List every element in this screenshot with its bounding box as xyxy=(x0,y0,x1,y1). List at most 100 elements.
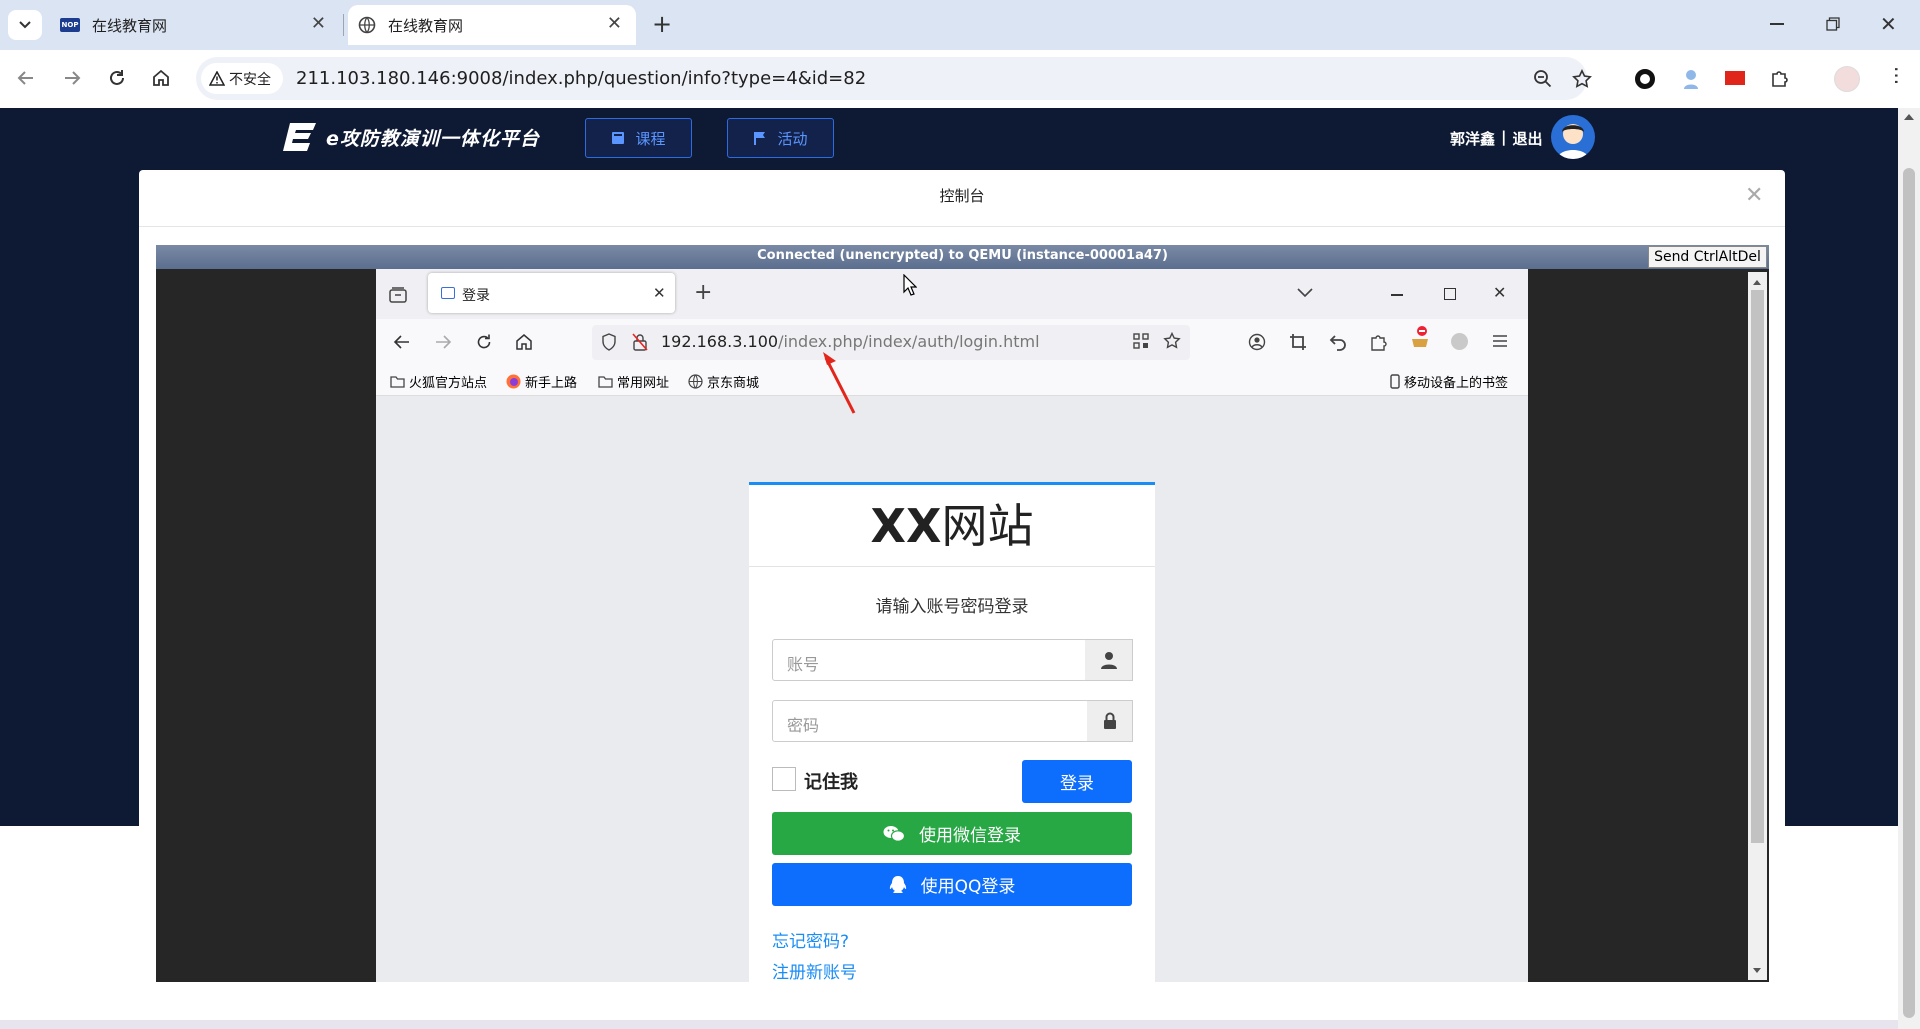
send-ctrl-alt-del-button[interactable]: Send CtrlAltDel xyxy=(1648,246,1767,268)
ff-addon-gray-icon[interactable] xyxy=(1451,333,1468,350)
ff-tab-list-icon[interactable] xyxy=(1297,288,1313,298)
home-button[interactable] xyxy=(151,68,171,88)
login-button-label: 登录 xyxy=(1060,774,1094,794)
wechat-login-button[interactable]: 使用微信登录 xyxy=(772,812,1132,855)
reload-button[interactable] xyxy=(107,68,127,88)
ff-crop-icon[interactable] xyxy=(1289,333,1307,351)
ff-insecure-lock-icon[interactable] xyxy=(632,333,648,351)
close-window-button[interactable]: ✕ xyxy=(1880,12,1897,36)
user-separator: | xyxy=(1501,128,1507,146)
security-chip[interactable]: 不安全 xyxy=(201,63,283,94)
ff-forward-icon[interactable] xyxy=(434,334,452,350)
nav-courses-button[interactable]: 课程 xyxy=(585,118,692,158)
bookmark-star-icon[interactable] xyxy=(1572,69,1592,89)
login-button[interactable]: 登录 xyxy=(1022,760,1132,803)
logout-link[interactable]: 退出 xyxy=(1513,128,1543,149)
restore-window-button[interactable] xyxy=(1826,17,1840,31)
ff-back-icon[interactable] xyxy=(393,334,411,350)
browser-tab-2[interactable]: 在线教育网 ✕ xyxy=(348,5,636,45)
nav-activities-label: 活动 xyxy=(777,129,808,148)
close-tab-icon[interactable]: ✕ xyxy=(311,14,326,34)
mouse-cursor-icon xyxy=(903,274,917,296)
user-name[interactable]: 郭洋鑫 xyxy=(1450,128,1495,149)
bookmark-label: 火狐官方站点 xyxy=(409,376,488,391)
warning-icon xyxy=(209,71,225,86)
page-scrollbar[interactable] xyxy=(1898,108,1920,1029)
site-title-rest: 网站 xyxy=(941,499,1034,553)
vnc-scrollbar[interactable] xyxy=(1748,272,1767,980)
ff-account-icon[interactable] xyxy=(1248,333,1266,351)
modal-divider xyxy=(139,226,1785,227)
firefox-logo-icon xyxy=(506,374,521,389)
bookmark-getting-started[interactable]: 新手上路 xyxy=(506,372,577,391)
globe-icon xyxy=(688,374,703,389)
modal-close-icon[interactable]: ✕ xyxy=(1745,183,1763,208)
ff-new-tab-button[interactable]: + xyxy=(694,280,712,305)
account-input[interactable]: 账号 xyxy=(772,639,1087,681)
scroll-up-arrow[interactable] xyxy=(1904,114,1914,120)
profile-avatar-icon[interactable] xyxy=(1834,66,1860,92)
extension-person-icon[interactable] xyxy=(1681,68,1701,90)
password-input[interactable]: 密码 xyxy=(772,700,1089,742)
logo-e-icon xyxy=(283,123,316,151)
ff-restore-button[interactable] xyxy=(1444,288,1456,300)
tab-divider xyxy=(343,14,344,36)
extension-circle-icon[interactable] xyxy=(1635,69,1655,89)
remember-label[interactable]: 记住我 xyxy=(804,768,858,794)
mobile-bookmarks[interactable]: 移动设备上的书签 xyxy=(1390,372,1508,391)
forward-button[interactable] xyxy=(62,68,82,88)
remember-checkbox[interactable] xyxy=(772,767,796,791)
tab-title: 在线教育网 xyxy=(388,16,464,35)
extensions-puzzle-icon[interactable] xyxy=(1770,68,1790,88)
bookmark-jd-mall[interactable]: 京东商城 xyxy=(688,372,759,391)
scroll-down-arrow[interactable] xyxy=(1753,968,1761,973)
qq-icon xyxy=(889,875,906,893)
register-link[interactable]: 注册新账号 xyxy=(772,958,857,983)
forgot-password-link[interactable]: 忘记密码? xyxy=(772,927,849,952)
account-placeholder: 账号 xyxy=(787,655,820,674)
ff-reload-icon[interactable] xyxy=(475,333,493,351)
close-tab-icon[interactable]: ✕ xyxy=(607,14,622,34)
ff-tab-overview-icon[interactable] xyxy=(389,287,407,303)
ff-menu-icon[interactable] xyxy=(1492,334,1508,348)
ff-qr-icon[interactable] xyxy=(1133,333,1149,349)
bookmark-common-sites[interactable]: 常用网址 xyxy=(598,372,669,391)
ff-url-path: /index.php/index/auth/login.html xyxy=(778,332,1040,351)
new-tab-button[interactable]: + xyxy=(652,10,672,38)
more-menu-icon[interactable]: ··· xyxy=(1884,66,1908,85)
ff-addon-icon[interactable] xyxy=(1410,325,1430,349)
ff-minimize-button[interactable] xyxy=(1391,294,1403,296)
minimize-window-button[interactable] xyxy=(1770,23,1784,25)
tab-list-button[interactable] xyxy=(8,10,42,40)
scrollbar-thumb[interactable] xyxy=(1903,168,1915,1018)
user-avatar[interactable] xyxy=(1551,115,1595,159)
qq-login-button[interactable]: 使用QQ登录 xyxy=(772,863,1132,906)
password-placeholder: 密码 xyxy=(787,716,820,735)
ff-close-button[interactable]: ✕ xyxy=(1493,283,1506,302)
back-button[interactable] xyxy=(16,68,36,88)
home-icon xyxy=(153,69,169,86)
mobile-device-icon xyxy=(1390,374,1400,389)
globe-icon xyxy=(358,16,376,34)
app-logo[interactable]: e攻防教演训一体化平台 xyxy=(282,122,540,152)
ff-extensions-icon[interactable] xyxy=(1370,333,1388,351)
password-addon xyxy=(1087,700,1133,742)
login-prompt: 请输入账号密码登录 xyxy=(875,597,1029,617)
tab-title: 在线教育网 xyxy=(92,16,168,35)
scroll-up-arrow[interactable] xyxy=(1753,280,1761,285)
arrow-left-icon xyxy=(17,71,33,85)
nav-activities-button[interactable]: 活动 xyxy=(727,118,834,158)
folder-icon xyxy=(598,376,613,388)
china-flag-icon[interactable] xyxy=(1725,71,1745,85)
ff-tab-close-icon[interactable]: ✕ xyxy=(653,284,666,302)
ff-bookmark-star-icon[interactable] xyxy=(1163,332,1181,350)
zoom-icon[interactable] xyxy=(1533,69,1553,89)
ff-url-host: 192.168.3.100 xyxy=(661,332,779,351)
ff-shield-icon[interactable] xyxy=(601,333,617,351)
vnc-scrollbar-thumb[interactable] xyxy=(1751,290,1764,843)
ff-home-icon[interactable] xyxy=(515,333,533,351)
browser-tab-1[interactable]: NOP 在线教育网 ✕ xyxy=(50,5,340,45)
flag-icon xyxy=(754,132,766,145)
ff-undo-icon[interactable] xyxy=(1329,333,1347,351)
bookmark-firefox-official[interactable]: 火狐官方站点 xyxy=(390,372,487,391)
